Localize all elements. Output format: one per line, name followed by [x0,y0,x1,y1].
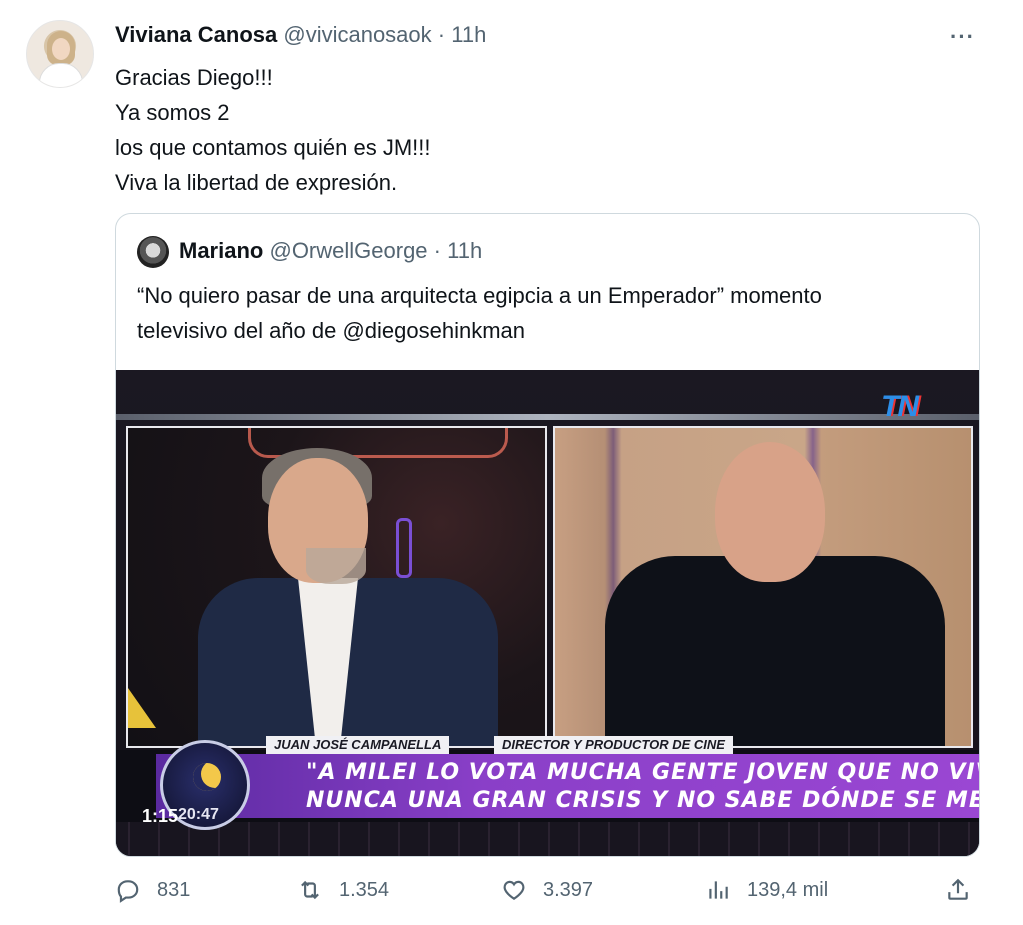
neon-shape [396,518,412,578]
avatar-face [52,38,70,60]
quoted-text-line: “No quiero pasar de una arquitecta egipc… [137,283,822,308]
quoted-author-name[interactable]: Mariano [179,238,263,263]
quoted-author-handle[interactable]: @OrwellGeorge [269,238,427,263]
lower-third-quote-bar: "A MILEI LO VOTA MUCHA GENTE JOVEN QUE N… [156,754,979,818]
tweet[interactable]: Viviana Canosa @vivicanosaok · 11h ··· G… [0,0,1023,925]
channel-logo: TN [881,390,919,423]
author-name[interactable]: Viviana Canosa [115,22,277,47]
view-count: 139,4 mil [747,878,829,901]
quoted-tweet-time[interactable]: 11h [447,238,482,263]
lower-third-quote-line-1: "A MILEI LO VOTA MUCHA GENTE JOVEN QUE N… [306,760,979,785]
lower-third-role: DIRECTOR Y PRODUCTOR DE CINE [494,736,733,754]
views-button[interactable]: 139,4 mil [705,870,828,910]
video-panel-right [553,426,973,748]
set-decoration [128,688,156,728]
header-separator: · [437,22,446,47]
more-options-icon[interactable]: ··· [950,24,975,50]
author-avatar[interactable] [26,20,94,88]
tweet-actions: 831 1.354 3.397 139,4 mil [0,870,1023,920]
views-icon [709,881,728,899]
lower-third-name: JUAN JOSÉ CAMPANELLA [266,736,450,754]
retweet-button[interactable]: 1.354 [297,870,389,910]
share-icon [948,878,968,900]
tweet-text: Gracias Diego!!! Ya somos 2 los que cont… [115,60,431,200]
retweet-count: 1.354 [339,878,390,901]
tweet-time[interactable]: 11h [451,22,486,47]
moon-icon [193,763,221,791]
lower-third-quote-line-2: NUNCA UNA GRAN CRISIS Y NO SABE DÓNDE SE… [306,788,979,813]
tweet-text-line: Gracias Diego!!! [115,65,273,90]
stage-rail [116,414,979,420]
tweet-text-line: Ya somos 2 [115,100,230,125]
tweet-text-line: los que contamos quién es JM!!! [115,135,431,160]
host-beard [306,548,366,584]
quoted-tweet-text: “No quiero pasar de una arquitecta egipc… [137,278,822,348]
author-handle[interactable]: @vivicanosaok [283,22,431,47]
tweet-text-line: Viva la libertad de expresión. [115,170,398,195]
tweet-header: Viviana Canosa @vivicanosaok · 11h [115,22,486,48]
video-duration: 1:15 [142,806,179,826]
guest-body [605,556,945,746]
retweet-icon [301,880,319,900]
share-button[interactable] [945,870,971,910]
quoted-author-avatar[interactable] [137,236,169,268]
avatar-body [39,63,83,87]
video-panel-left [126,426,547,748]
video-player[interactable]: TN "A MILEI LO VOTA MUCHA GENTE JOVEN QU… [116,370,979,856]
reply-icon [117,880,139,903]
quoted-tweet[interactable]: Mariano @OrwellGeorge · 11h “No quiero p… [115,213,980,857]
city-skyline [116,822,979,856]
quoted-tweet-header: Mariano @OrwellGeorge · 11h [179,238,482,264]
reply-count: 831 [157,878,191,901]
quoted-header-separator: · [433,238,441,263]
heart-icon [503,880,525,900]
guest-head [715,442,825,582]
like-count: 3.397 [543,878,594,901]
quoted-text-line: televisivo del año de @diegosehinkman [137,318,526,343]
broadcast-clock: 20:47 [178,806,219,823]
reply-button[interactable]: 831 [115,870,190,910]
like-button[interactable]: 3.397 [501,870,593,910]
